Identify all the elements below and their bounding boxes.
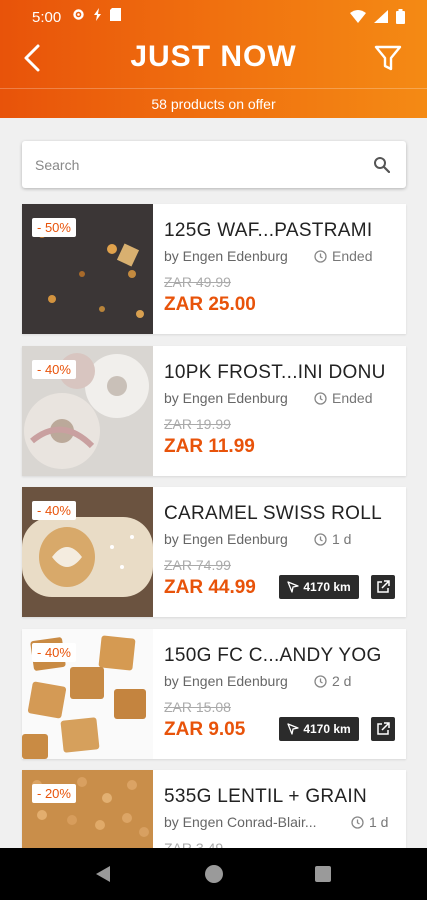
clock-icon [351,815,364,829]
battery-icon [396,9,405,24]
offer-price: ZAR 44.99 [164,577,256,598]
original-price: ZAR 49.99 [164,274,231,290]
nav-recents-icon[interactable] [315,866,331,882]
product-image: - 50% [22,204,153,334]
status-bar: 5:00 [0,0,427,34]
product-title: 535G LENTIL + GRAIN [164,786,367,807]
external-link-icon [377,722,390,735]
nav-home-icon[interactable] [205,865,223,883]
notification-icons [72,8,121,21]
product-seller: by Engen Edenburg [164,390,288,406]
discount-badge: - 20% [32,784,76,803]
product-title: 10PK FROST...INI DONU [164,362,386,383]
product-title: 150G FC C...ANDY YOG [164,645,382,666]
product-card[interactable]: - 40% 10PK FROST...INI DONU by Engen Ede… [22,346,406,476]
product-card[interactable]: - 20% 535G LENTIL + GRAIN by Engen Conra… [22,770,406,848]
toolbar: JUST NOW [0,34,427,86]
search-input[interactable] [22,141,362,188]
signal-icon [374,10,388,23]
offer-price: ZAR 25.00 [164,294,256,315]
wifi-icon [350,10,366,23]
nav-back-icon[interactable] [95,865,111,883]
distance-button[interactable]: 4170 km [279,717,359,741]
status-time: 5:00 [32,9,62,26]
product-seller: by Engen Conrad-Blair... [164,814,317,830]
product-image: - 40% [22,487,153,617]
time-remaining: Ended [314,248,372,264]
data-saver-icon [94,8,101,21]
search-bar [22,141,406,188]
product-seller: by Engen Edenburg [164,248,288,264]
original-price: ZAR 74.99 [164,557,231,573]
discount-badge: - 40% [32,360,76,379]
clock-icon [314,249,327,263]
product-title: CARAMEL SWISS ROLL [164,503,382,524]
product-title: 125G WAF...PASTRAMI [164,220,373,241]
distance-label: 4170 km [303,722,351,736]
system-nav-bar [0,848,427,900]
location-arrow-icon [287,581,299,593]
distance-button[interactable]: 4170 km [279,575,359,599]
time-label: 1 d [332,531,352,547]
sim-card-icon [110,8,121,21]
product-image: - 40% [22,346,153,476]
time-remaining: Ended [314,390,372,406]
filter-icon[interactable] [373,43,403,73]
settings-icon [73,9,84,20]
clock-icon [314,674,327,688]
product-seller: by Engen Edenburg [164,673,288,689]
clock-icon [314,532,327,546]
product-image: - 40% [22,629,153,759]
offer-count: 58 products on offer [0,88,427,118]
original-price: ZAR 3.49 [164,840,224,848]
time-remaining: 1 d [351,814,388,830]
distance-label: 4170 km [303,580,351,594]
original-price: ZAR 19.99 [164,416,231,432]
time-label: Ended [332,248,373,264]
product-card[interactable]: - 40% CARAMEL SWISS ROLL by Engen Edenbu… [22,487,406,617]
offer-price: ZAR 11.99 [164,436,255,457]
app-title: JUST NOW [130,40,297,73]
time-label: Ended [332,390,373,406]
discount-badge: - 40% [32,501,76,520]
location-arrow-icon [287,723,299,735]
time-remaining: 1 d [314,531,351,547]
open-external-button[interactable] [371,575,395,599]
search-icon[interactable] [373,156,390,173]
system-icons [350,9,405,24]
product-seller: by Engen Edenburg [164,531,288,547]
app-header: 5:00 JUST NOW 58 products on offer [0,0,427,118]
external-link-icon [377,580,390,593]
time-remaining: 2 d [314,673,351,689]
original-price: ZAR 15.08 [164,699,231,715]
product-image: - 20% [22,770,153,848]
clock-icon [314,391,327,405]
time-label: 1 d [369,814,389,830]
open-external-button[interactable] [371,717,395,741]
offer-price: ZAR 9.05 [164,719,246,740]
discount-badge: - 50% [32,218,76,237]
product-card[interactable]: - 50% 125G WAF...PASTRAMI by Engen Edenb… [22,204,406,334]
product-card[interactable]: - 40% 150G FC C...ANDY YOG by Engen Eden… [22,629,406,759]
discount-badge: - 40% [32,643,76,662]
time-label: 2 d [332,673,352,689]
